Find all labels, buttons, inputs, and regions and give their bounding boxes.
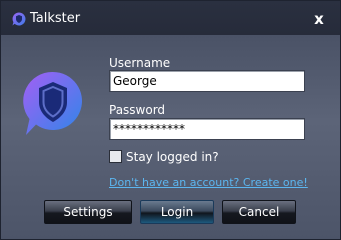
- app-icon: [12, 12, 26, 26]
- username-label: Username: [109, 56, 171, 70]
- login-window: Talkster x Username George Password ****…: [0, 0, 341, 240]
- settings-button[interactable]: Settings: [44, 200, 132, 224]
- username-field[interactable]: George: [109, 70, 305, 92]
- stay-logged-in-label[interactable]: Stay logged in?: [126, 150, 219, 164]
- cancel-button[interactable]: Cancel: [222, 200, 296, 224]
- login-button[interactable]: Login: [140, 200, 214, 224]
- title-bar[interactable]: Talkster x: [1, 1, 340, 35]
- password-label: Password: [109, 103, 166, 117]
- stay-logged-in-checkbox[interactable]: [109, 150, 122, 163]
- window-title: Talkster: [30, 11, 81, 26]
- close-button[interactable]: x: [309, 9, 329, 29]
- shield-chat-logo-icon: [23, 71, 82, 135]
- password-field[interactable]: ************: [109, 118, 305, 140]
- create-account-link[interactable]: Don't have an account? Create one!: [109, 176, 308, 190]
